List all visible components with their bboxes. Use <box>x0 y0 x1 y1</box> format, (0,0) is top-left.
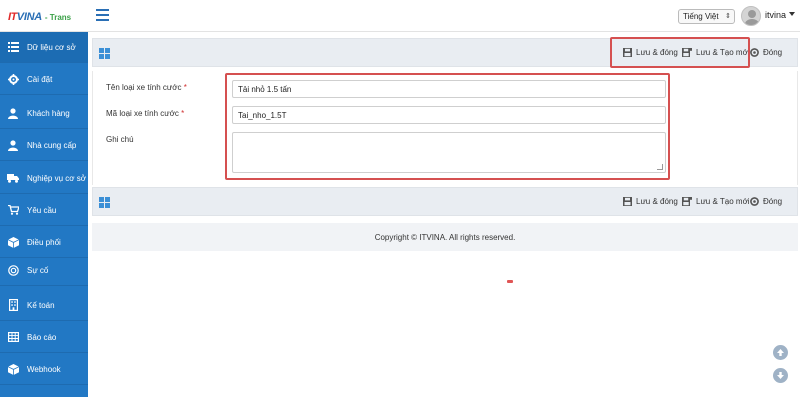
save-new-label: Lưu & Tạo mới <box>696 48 750 57</box>
scroll-up-button[interactable] <box>773 345 788 360</box>
app-logo[interactable]: IT VINA - Trans <box>8 10 71 24</box>
avatar[interactable] <box>741 6 761 26</box>
note-label: Ghi chú <box>106 135 134 144</box>
top-action-toolbar: Lưu & đóng Lưu & Tạo mới Đóng <box>92 38 798 67</box>
code-label-text: Mã loại xe tính cước <box>106 109 179 118</box>
language-value: Tiếng Việt <box>683 12 719 21</box>
cart-icon <box>7 204 19 216</box>
chevron-down-icon[interactable] <box>789 12 795 16</box>
user-icon <box>7 107 19 119</box>
sidebar-item-du-lieu-co-so[interactable]: Dữ liệu cơ sở <box>0 32 88 63</box>
save-new-button[interactable]: Lưu & Tạo mới <box>682 197 750 206</box>
menu-toggle-icon[interactable] <box>96 9 109 21</box>
sidebar-item-label: Kế toán <box>27 300 55 310</box>
sidebar-item-label: Nhà cung cấp <box>27 140 77 150</box>
list-icon <box>7 41 19 53</box>
save-new-icon <box>682 48 692 57</box>
sidebar-item-label: Nghiệp vụ cơ sở <box>27 173 86 183</box>
code-value: Tai_nho_1.5T <box>238 111 287 120</box>
sidebar-item-bao-cao[interactable]: Báo cáo <box>0 322 88 353</box>
language-select[interactable]: Tiếng Việt ⇕ <box>678 9 735 24</box>
copyright-text: Copyright © ITVINA. All rights reserved. <box>374 233 516 242</box>
grid-icon <box>99 197 110 208</box>
logo-it-text: IT <box>8 11 17 23</box>
sidebar-item-su-co[interactable]: Sự cố <box>0 255 88 286</box>
save-new-icon <box>682 197 692 206</box>
close-circle-icon <box>750 48 759 57</box>
save-icon <box>623 48 632 57</box>
save-new-button[interactable]: Lưu & Tạo mới <box>682 48 750 57</box>
name-label: Tên loại xe tính cước * <box>106 83 187 92</box>
truck-icon <box>7 172 19 184</box>
save-close-button[interactable]: Lưu & đóng <box>623 197 678 206</box>
sidebar-item-label: Sự cố <box>27 265 49 275</box>
code-label: Mã loại xe tính cước * <box>106 109 184 118</box>
sidebar-item-label: Dữ liệu cơ sở <box>27 42 76 52</box>
save-new-label: Lưu & Tạo mới <box>696 197 750 206</box>
sidebar-item-webhook[interactable]: Webhook <box>0 354 88 385</box>
close-circle-icon <box>750 197 759 206</box>
sidebar-item-khach-hang[interactable]: Khách hàng <box>0 98 88 129</box>
save-close-label: Lưu & đóng <box>636 197 678 206</box>
grid-icon <box>99 48 110 59</box>
building-icon <box>7 299 19 311</box>
sidebar-item-label: Khách hàng <box>27 108 70 118</box>
resize-grip-icon[interactable] <box>657 164 663 170</box>
arrow-up-icon <box>777 349 784 356</box>
close-button[interactable]: Đóng <box>750 48 782 57</box>
vehicle-type-name-input[interactable]: Tải nhỏ 1.5 tấn <box>232 80 666 98</box>
close-button[interactable]: Đóng <box>750 197 782 206</box>
name-label-text: Tên loại xe tính cước <box>106 83 182 92</box>
arrow-down-icon <box>777 372 784 379</box>
scroll-down-button[interactable] <box>773 368 788 383</box>
cube-icon <box>7 236 19 248</box>
sidebar-item-label: Cài đặt <box>27 74 53 84</box>
select-caret-icon: ⇕ <box>725 13 731 20</box>
note-textarea[interactable] <box>232 132 666 173</box>
sidebar: Dữ liệu cơ sở Cài đặt Khách hàng Nhà cun… <box>0 32 88 397</box>
vehicle-type-code-input[interactable]: Tai_nho_1.5T <box>232 106 666 124</box>
sidebar-item-label: Webhook <box>27 364 61 374</box>
sidebar-item-label: Báo cáo <box>27 332 57 342</box>
sidebar-item-nghiep-vu-co-so[interactable]: Nghiệp vụ cơ sở <box>0 163 88 194</box>
sidebar-item-label: Điều phối <box>27 237 61 247</box>
save-close-label: Lưu & đóng <box>636 48 678 57</box>
bottom-action-toolbar: Lưu & đóng Lưu & Tạo mới Đóng <box>92 187 798 216</box>
gear-icon <box>7 73 19 85</box>
table-icon <box>7 331 19 343</box>
cube-icon <box>7 363 19 375</box>
sidebar-item-dieu-phoi[interactable]: Điều phối <box>0 227 88 258</box>
sidebar-item-cai-dat[interactable]: Cài đặt <box>0 64 88 95</box>
user-icon <box>7 139 19 151</box>
user-name[interactable]: itvina <box>765 10 786 20</box>
close-label: Đóng <box>763 48 783 57</box>
top-header: IT VINA - Trans Tiếng Việt ⇕ itvina <box>0 0 800 32</box>
sidebar-item-label: Yêu cầu <box>27 205 57 215</box>
sidebar-item-nha-cung-cap[interactable]: Nhà cung cấp <box>0 130 88 161</box>
sidebar-item-yeu-cau[interactable]: Yêu cầu <box>0 195 88 226</box>
required-mark: * <box>183 83 187 92</box>
logo-suffix: - Trans <box>44 12 72 22</box>
page-footer: Copyright © ITVINA. All rights reserved. <box>92 223 798 251</box>
required-mark: * <box>181 109 185 118</box>
target-icon <box>7 264 19 276</box>
name-value: Tải nhỏ 1.5 tấn <box>238 85 292 94</box>
close-label: Đóng <box>763 197 783 206</box>
loading-indicator <box>507 280 513 283</box>
save-close-button[interactable]: Lưu & đóng <box>623 48 678 57</box>
save-icon <box>623 197 632 206</box>
logo-vina-text: VINA <box>16 11 42 23</box>
sidebar-item-ke-toan[interactable]: Kế toán <box>0 290 88 321</box>
vehicle-type-form: Tên loại xe tính cước * Tải nhỏ 1.5 tấn … <box>92 71 798 185</box>
